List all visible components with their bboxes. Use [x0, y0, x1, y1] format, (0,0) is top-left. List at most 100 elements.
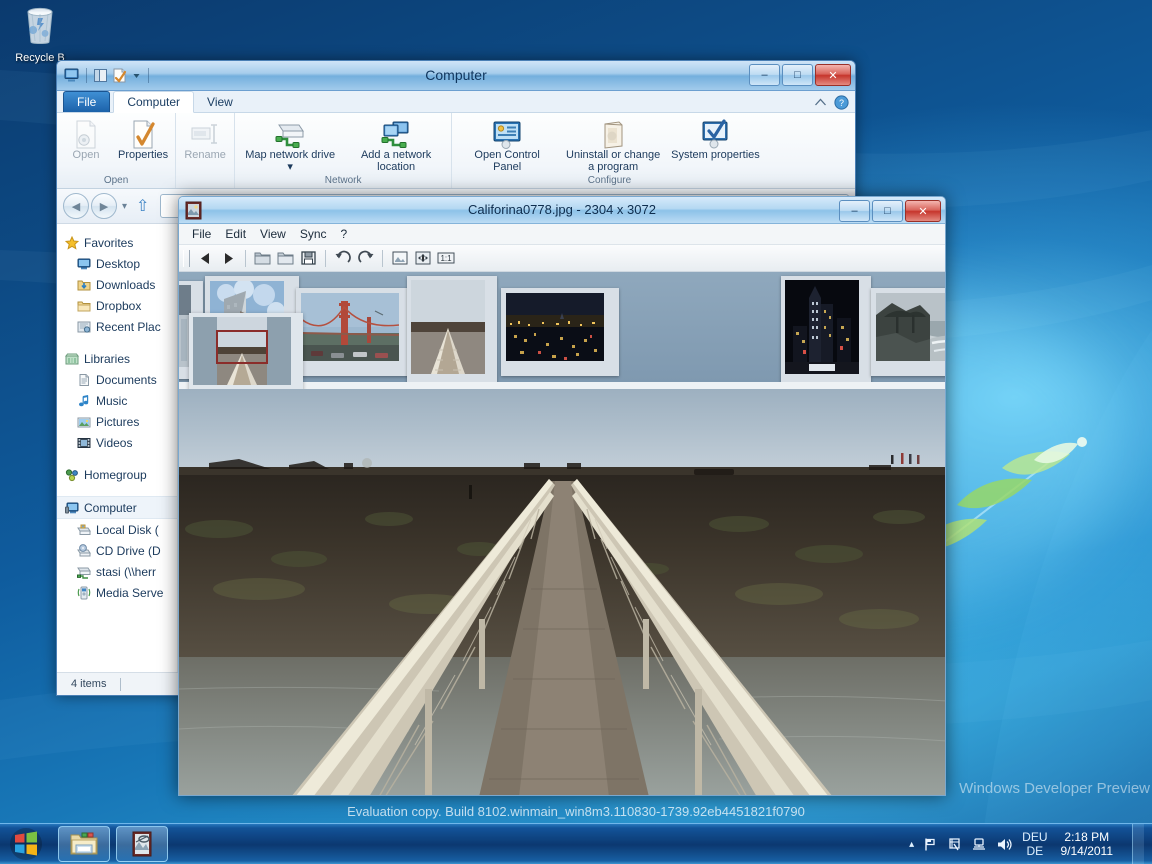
- sidebar-item-libraries[interactable]: Libraries: [57, 348, 177, 369]
- sidebar-item-pictures[interactable]: Pictures: [57, 411, 177, 432]
- sidebar-item-favorites[interactable]: Favorites: [57, 232, 177, 253]
- actual-size-button[interactable]: 1:1: [435, 248, 456, 269]
- sidebar-item-media-serve[interactable]: Media Serve: [57, 582, 177, 603]
- open-button[interactable]: Open: [59, 117, 113, 163]
- menu-view[interactable]: View: [253, 225, 293, 243]
- ribbon-tab-bar[interactable]: File Computer View ?: [57, 91, 855, 113]
- flag-icon[interactable]: [923, 837, 938, 852]
- sidebar-item-label: Desktop: [96, 256, 141, 271]
- sidebar-item-dropbox[interactable]: Dropbox: [57, 295, 177, 316]
- sidebar-item-cd-drive-d[interactable]: CD Drive (D: [57, 540, 177, 561]
- properties-button[interactable]: Properties: [113, 117, 173, 163]
- rotate-left-button[interactable]: [332, 248, 353, 269]
- show-desktop-button[interactable]: [1132, 824, 1144, 864]
- map-network-drive-button[interactable]: Map network drive ▾: [237, 117, 343, 174]
- viewer-toolbar[interactable]: 1:1: [179, 245, 945, 272]
- thumb-golden-gate-bridge[interactable]: [296, 288, 414, 376]
- explorer-maximize-button[interactable]: □: [782, 64, 813, 86]
- explorer-caption-buttons[interactable]: – □ ✕: [749, 64, 851, 86]
- viewer-caption-buttons[interactable]: – □ ✕: [839, 200, 941, 222]
- sidebar-item-videos[interactable]: Videos: [57, 432, 177, 453]
- fit-to-window-button[interactable]: [412, 248, 433, 269]
- pictures-icon: [77, 415, 91, 429]
- sidebar-item-label: Libraries: [84, 351, 131, 366]
- viewer-maximize-button[interactable]: □: [872, 200, 903, 222]
- thumbnail-view-button[interactable]: [389, 248, 410, 269]
- system-tray[interactable]: ▴ DEU DE 2:18 PM 9/14/2011: [909, 824, 1152, 864]
- volume-icon[interactable]: [996, 837, 1013, 852]
- toolbar-grip[interactable]: [183, 249, 190, 267]
- sidebar-item-recent-plac[interactable]: Recent Plac: [57, 316, 177, 337]
- save-button[interactable]: [298, 248, 319, 269]
- viewer-close-button[interactable]: ✕: [905, 200, 941, 222]
- open-folder-button[interactable]: [252, 248, 273, 269]
- open-folder-alt-button[interactable]: [275, 248, 296, 269]
- taskbar-image-viewer-button[interactable]: [116, 826, 168, 862]
- ribbon-tab-computer[interactable]: Computer: [113, 91, 195, 113]
- help-icon[interactable]: ?: [834, 95, 849, 110]
- sidebar-item-label: Favorites: [84, 235, 134, 250]
- desktop-background[interactable]: Recycle B Computer – □ ✕ File Computer V…: [0, 0, 1152, 864]
- add-network-location-button[interactable]: Add a network location: [343, 117, 449, 174]
- menu-file[interactable]: File: [185, 225, 218, 243]
- viewer-minimize-button[interactable]: –: [839, 200, 870, 222]
- sidebar-item-label: CD Drive (D: [96, 543, 161, 558]
- navigator-pane[interactable]: [189, 313, 303, 397]
- image-viewer-icon: [132, 831, 152, 857]
- thumb-boardwalk[interactable]: [407, 276, 497, 382]
- ribbon-tab-file[interactable]: File: [63, 91, 111, 112]
- show-hidden-icons-button[interactable]: ▴: [909, 839, 914, 850]
- back-button[interactable]: ◀: [63, 193, 89, 219]
- sidebar-item-documents[interactable]: Documents: [57, 369, 177, 390]
- image-canvas[interactable]: [179, 389, 945, 795]
- language-indicator[interactable]: DEU DE: [1022, 830, 1047, 858]
- thumb-lone-cypress[interactable]: [871, 288, 945, 376]
- clock[interactable]: 2:18 PM 9/14/2011: [1057, 830, 1118, 858]
- sidebar-item-computer[interactable]: Computer: [57, 496, 177, 519]
- open-control-panel-button[interactable]: Open Control Panel: [454, 117, 560, 174]
- up-button[interactable]: ⇧: [132, 196, 153, 216]
- ribbon-collapse-icon[interactable]: [814, 96, 827, 109]
- sidebar-item-music[interactable]: Music: [57, 390, 177, 411]
- ribbon-group-network: Map network drive ▾ Add a network locati…: [235, 113, 453, 188]
- menu-help[interactable]: ?: [334, 225, 355, 243]
- taskbar-explorer-button[interactable]: [58, 826, 110, 862]
- sidebar-item-homegroup[interactable]: Homegroup: [57, 464, 177, 485]
- recent-locations-button[interactable]: ▾: [119, 201, 130, 212]
- explorer-titlebar[interactable]: Computer – □ ✕: [57, 61, 855, 91]
- sidebar-item-local-disk[interactable]: Local Disk (: [57, 519, 177, 540]
- forward-button[interactable]: ▶: [91, 193, 117, 219]
- uninstall-program-button[interactable]: Uninstall or change a program: [560, 117, 666, 174]
- explorer-minimize-button[interactable]: –: [749, 64, 780, 86]
- sidebar-item-downloads[interactable]: Downloads: [57, 274, 177, 295]
- image-viewer-window[interactable]: Califorina0778.jpg - 2304 x 3072 – □ ✕ F…: [178, 196, 946, 796]
- ribbon-tab-view[interactable]: View: [194, 92, 246, 112]
- ribbon[interactable]: Open Properties Open Rename Map network …: [57, 113, 855, 189]
- menu-sync[interactable]: Sync: [293, 225, 334, 243]
- action-center-icon[interactable]: [947, 837, 962, 852]
- sidebar-item-label: Downloads: [96, 277, 156, 292]
- sidebar-item-desktop[interactable]: Desktop: [57, 253, 177, 274]
- sidebar-item-stasi-herr[interactable]: stasi (\\herr: [57, 561, 177, 582]
- recycle-bin-desktop-icon[interactable]: Recycle B: [8, 4, 72, 64]
- start-button[interactable]: [0, 824, 52, 864]
- rename-button[interactable]: Rename: [178, 117, 232, 163]
- rotate-right-button[interactable]: [355, 248, 376, 269]
- explorer-close-button[interactable]: ✕: [815, 64, 851, 86]
- navigation-pane[interactable]: Favorites Desktop Downloads Dropbox Recent P…: [57, 224, 178, 695]
- thumb-tower-night[interactable]: [781, 276, 871, 382]
- network-icon[interactable]: [971, 837, 987, 852]
- sidebar-item-label: Music: [96, 393, 128, 408]
- taskbar[interactable]: ▴ DEU DE 2:18 PM 9/14/2011: [0, 823, 1152, 864]
- open-button-label: Open: [72, 149, 100, 161]
- system-properties-button[interactable]: System properties: [666, 117, 765, 163]
- thumb-city-night[interactable]: [501, 288, 619, 376]
- previous-image-button[interactable]: [195, 248, 216, 269]
- viewer-menubar[interactable]: File Edit View Sync ?: [179, 224, 945, 245]
- viewer-titlebar[interactable]: Califorina0778.jpg - 2304 x 3072 – □ ✕: [179, 197, 945, 224]
- ribbon-help-area[interactable]: ?: [814, 95, 849, 110]
- menu-edit[interactable]: Edit: [218, 225, 253, 243]
- next-image-button[interactable]: [218, 248, 239, 269]
